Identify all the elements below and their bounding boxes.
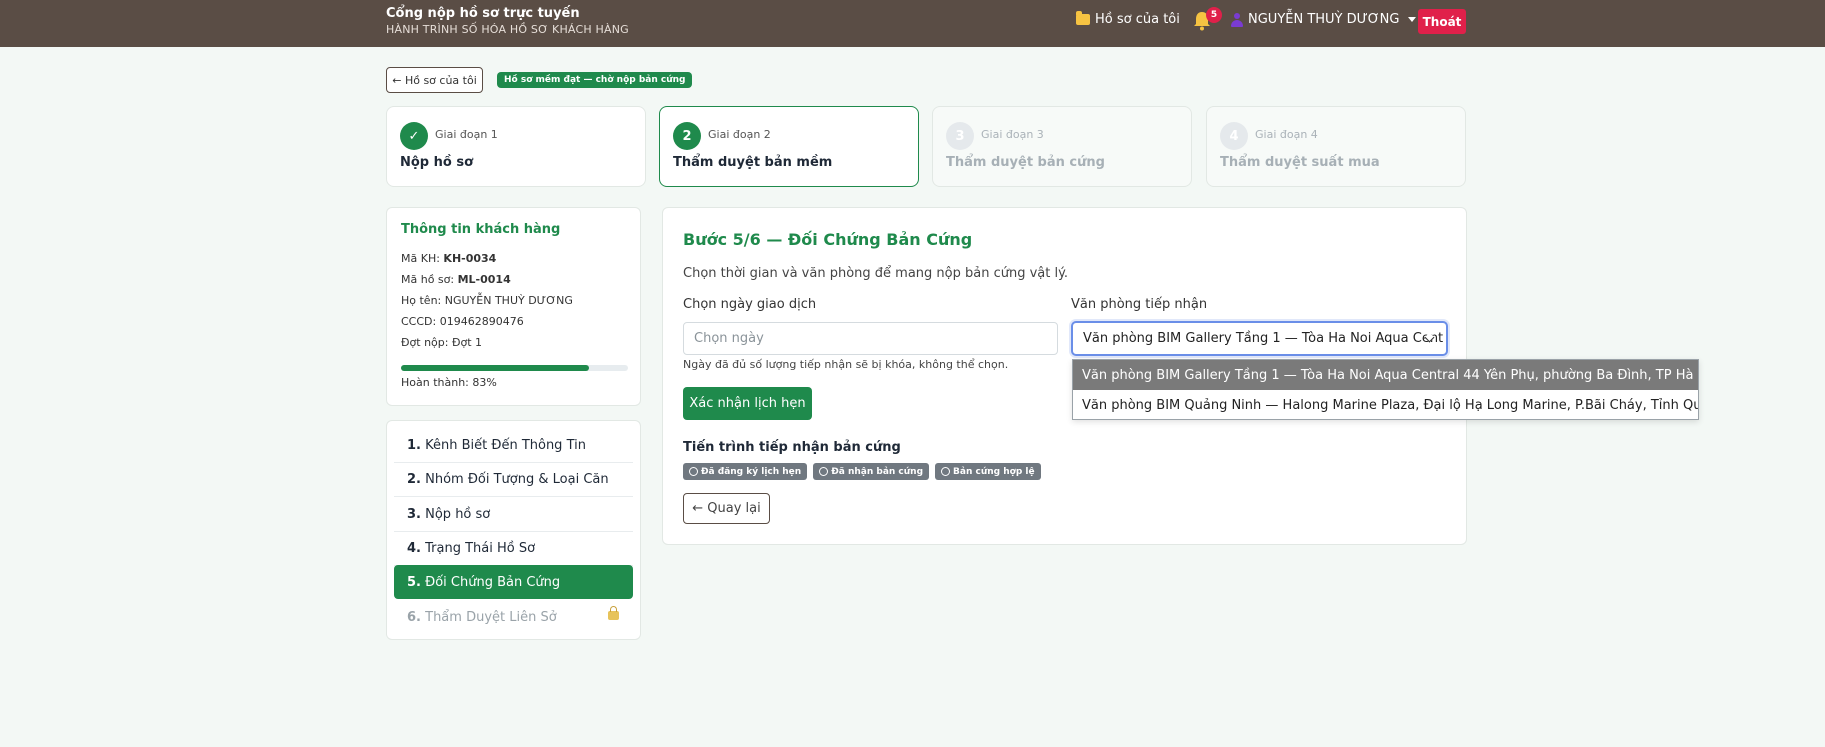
step-label: Kênh Biết Đến Thông Tin <box>425 438 586 453</box>
step-item-4[interactable]: 4. Trạng Thái Hồ Sơ <box>394 532 633 566</box>
portal-subtitle: HÀNH TRÌNH SỐ HÓA HỒ SƠ KHÁCH HÀNG <box>386 23 629 36</box>
back-button[interactable]: ← Quay lại <box>683 493 770 524</box>
stage-title: Thẩm duyệt bản mềm <box>673 155 833 170</box>
stage-card-2[interactable]: 2 Giai đoạn 2 Thẩm duyệt bản mềm <box>659 106 919 187</box>
stage-number: 2 <box>673 122 701 150</box>
file-code-label: Mã hồ sơ: <box>401 273 455 286</box>
page-title: Bước 5/6 — Đối Chứng Bản Cứng <box>683 230 973 249</box>
stage-number: 4 <box>1220 122 1248 150</box>
step-label: Trạng Thái Hồ Sơ <box>425 541 536 556</box>
status-badge: Hồ sơ mềm đạt — chờ nộp bản cứng <box>497 72 693 88</box>
step-number: 5. <box>407 574 421 590</box>
office-option-quangninh[interactable]: Văn phòng BIM Quảng Ninh — Halong Marine… <box>1073 390 1698 420</box>
chevron-down-icon <box>1408 17 1417 22</box>
portal-title: Cổng nộp hồ sơ trực tuyến <box>386 6 580 21</box>
customer-id-row: CCCD: 019462890476 <box>401 315 524 328</box>
customer-code-label: Mã KH: <box>401 252 440 265</box>
notification-button[interactable]: 5 <box>1193 7 1222 33</box>
step-number: 3. <box>407 507 421 522</box>
tracking-title: Tiến trình tiếp nhận bản cứng <box>683 440 901 455</box>
stage-sub: Giai đoạn 4 <box>1255 128 1318 141</box>
lock-icon <box>608 606 619 620</box>
date-hint: Ngày đã đủ số lượng tiếp nhận sẽ bị khóa… <box>683 358 1009 371</box>
customer-code-row: Mã KH: KH-0034 <box>401 252 496 265</box>
step-number: 6. <box>407 609 421 625</box>
chip-label: Đã đăng ký lịch hẹn <box>701 466 802 477</box>
clock-icon <box>689 467 698 476</box>
notification-badge: 5 <box>1206 7 1222 23</box>
office-select[interactable]: Văn phòng BIM Gallery Tầng 1 — Tòa Ha No… <box>1071 321 1448 356</box>
my-files-link[interactable]: Hồ sơ của tôi <box>1076 11 1180 27</box>
step-item-1[interactable]: 1. Kênh Biết Đến Thông Tin <box>394 429 633 463</box>
step-number: 2. <box>407 472 421 487</box>
step-label: Đối Chứng Bản Cứng <box>425 574 561 590</box>
step-label: Nhóm Đối Tượng & Loại Căn <box>425 472 609 487</box>
office-select-value: Văn phòng BIM Gallery Tầng 1 — Tòa Ha No… <box>1083 331 1444 346</box>
stage-title: Nộp hồ sơ <box>400 155 474 170</box>
step-number: 4. <box>407 541 421 556</box>
my-files-label: Hồ sơ của tôi <box>1095 12 1180 27</box>
back-to-files-button[interactable]: ← Hồ sơ của tôi <box>386 67 483 93</box>
customer-name-row: Họ tên: NGUYỄN THUỲ DƯƠNG <box>401 294 573 307</box>
brand: Cổng nộp hồ sơ trực tuyến HÀNH TRÌNH SỐ … <box>386 5 629 38</box>
folder-icon <box>1076 11 1090 25</box>
tracking-chips: Đã đăng ký lịch hẹn Đã nhận bản cứng Bản… <box>683 463 1041 480</box>
step-item-5[interactable]: 5. Đối Chứng Bản Cứng <box>394 565 633 599</box>
office-label: Văn phòng tiếp nhận <box>1071 297 1208 312</box>
chip-valid: Bản cứng hợp lệ <box>935 463 1041 480</box>
stage-sub: Giai đoạn 3 <box>981 128 1044 141</box>
stage-number: 3 <box>946 122 974 150</box>
chip-received: Đã nhận bản cứng <box>813 463 930 480</box>
date-input[interactable]: Chọn ngày <box>683 322 1058 355</box>
step-label: Thẩm Duyệt Liên Sở <box>425 609 557 625</box>
step-label: Nộp hồ sơ <box>425 507 491 522</box>
stage-sub: Giai đoạn 2 <box>708 128 771 141</box>
customer-info-heading: Thông tin khách hàng <box>401 222 561 237</box>
office-dropdown-list: Văn phòng BIM Gallery Tầng 1 — Tòa Ha No… <box>1072 359 1699 420</box>
confirm-appointment-button[interactable]: Xác nhận lịch hẹn <box>683 387 812 420</box>
user-name: NGUYỄN THUỲ DƯƠNG <box>1248 12 1400 27</box>
step-item-6[interactable]: 6. Thẩm Duyệt Liên Sở <box>394 600 633 634</box>
date-label: Chọn ngày giao dịch <box>683 297 817 312</box>
file-code-row: Mã hồ sơ: ML-0014 <box>401 273 511 286</box>
stage-sub: Giai đoạn 1 <box>435 128 498 141</box>
step-item-2[interactable]: 2. Nhóm Đối Tượng & Loại Căn <box>394 463 633 497</box>
clock-icon <box>819 467 829 476</box>
submission-round-row: Đợt nộp: Đợt 1 <box>401 336 483 349</box>
progress-fill <box>401 365 590 371</box>
step-number: 1. <box>407 438 421 453</box>
chip-label: Đã nhận bản cứng <box>831 466 924 477</box>
progress-label: Hoàn thành: 83% <box>401 376 497 389</box>
stage-card-1[interactable]: ✓ Giai đoạn 1 Nộp hồ sơ <box>386 106 646 187</box>
step-nav: 1. Kênh Biết Đến Thông Tin 2. Nhóm Đối T… <box>386 420 641 640</box>
logout-button[interactable]: Thoát <box>1418 9 1466 34</box>
progress-bar <box>401 365 628 371</box>
stage-title: Thẩm duyệt suất mua <box>1220 155 1380 170</box>
customer-code: KH-0034 <box>443 252 497 265</box>
office-option-hanoi[interactable]: Văn phòng BIM Gallery Tầng 1 — Tòa Ha No… <box>1073 360 1698 390</box>
customer-info-card: Thông tin khách hàng Mã KH: KH-0034 Mã h… <box>386 207 641 406</box>
page-description: Chọn thời gian và văn phòng để mang nộp … <box>683 266 1069 281</box>
chip-registered: Đã đăng ký lịch hẹn <box>683 463 808 480</box>
clock-icon <box>941 467 951 476</box>
chip-label: Bản cứng hợp lệ <box>953 466 1035 477</box>
top-header: Cổng nộp hồ sơ trực tuyến HÀNH TRÌNH SỐ … <box>0 0 1825 47</box>
stage-title: Thẩm duyệt bản cứng <box>946 155 1105 170</box>
step-item-3[interactable]: 3. Nộp hồ sơ <box>394 498 633 532</box>
user-menu[interactable]: NGUYỄN THUỲ DƯƠNG <box>1231 12 1417 27</box>
file-code: ML-0014 <box>457 273 511 286</box>
stage-card-4[interactable]: 4 Giai đoạn 4 Thẩm duyệt suất mua <box>1206 106 1466 187</box>
stage-card-3[interactable]: 3 Giai đoạn 3 Thẩm duyệt bản cứng <box>932 106 1192 187</box>
user-icon <box>1231 12 1243 27</box>
check-icon: ✓ <box>400 122 428 150</box>
